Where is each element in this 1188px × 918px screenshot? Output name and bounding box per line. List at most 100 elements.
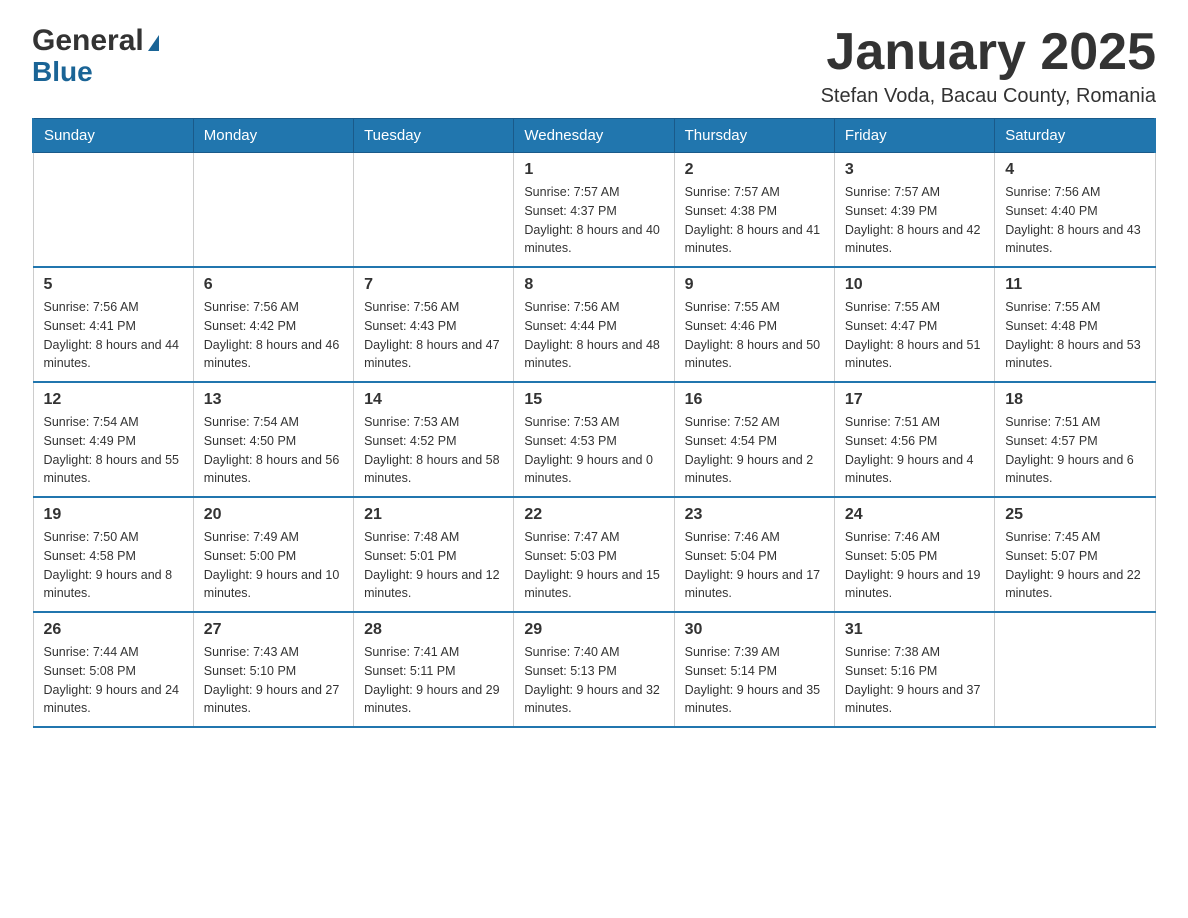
day-number: 25 [1005, 506, 1144, 524]
month-title: January 2025 [821, 24, 1156, 81]
day-info: Sunrise: 7:51 AM Sunset: 4:57 PM Dayligh… [1005, 413, 1144, 488]
day-info: Sunrise: 7:48 AM Sunset: 5:01 PM Dayligh… [364, 528, 503, 603]
day-info: Sunrise: 7:56 AM Sunset: 4:43 PM Dayligh… [364, 298, 503, 373]
day-number: 12 [44, 391, 183, 409]
day-info: Sunrise: 7:51 AM Sunset: 4:56 PM Dayligh… [845, 413, 984, 488]
day-info: Sunrise: 7:47 AM Sunset: 5:03 PM Dayligh… [524, 528, 663, 603]
day-number: 10 [845, 276, 984, 294]
table-row: 23 Sunrise: 7:46 AM Sunset: 5:04 PM Dayli… [674, 497, 834, 612]
table-row: 30 Sunrise: 7:39 AM Sunset: 5:14 PM Dayli… [674, 612, 834, 727]
day-number: 30 [685, 621, 824, 639]
header-wednesday: Wednesday [514, 119, 674, 153]
table-row: 2 Sunrise: 7:57 AM Sunset: 4:38 PM Daylig… [674, 153, 834, 268]
table-row: 28 Sunrise: 7:41 AM Sunset: 5:11 PM Dayli… [354, 612, 514, 727]
day-number: 11 [1005, 276, 1144, 294]
day-number: 22 [524, 506, 663, 524]
table-row: 15Sunrise: 7:53 AM Sunset: 4:53 PM Dayli… [514, 382, 674, 497]
table-row: 9Sunrise: 7:55 AM Sunset: 4:46 PM Daylig… [674, 267, 834, 382]
table-row [193, 153, 353, 268]
day-info: Sunrise: 7:56 AM Sunset: 4:41 PM Dayligh… [44, 298, 183, 373]
logo-general-word: General [32, 24, 144, 58]
table-row [33, 153, 193, 268]
day-info: Sunrise: 7:55 AM Sunset: 4:47 PM Dayligh… [845, 298, 984, 373]
day-info: Sunrise: 7:45 AM Sunset: 5:07 PM Dayligh… [1005, 528, 1144, 603]
day-info: Sunrise: 7:53 AM Sunset: 4:52 PM Dayligh… [364, 413, 503, 488]
header-monday: Monday [193, 119, 353, 153]
table-row: 6 Sunrise: 7:56 AM Sunset: 4:42 PM Daylig… [193, 267, 353, 382]
day-number: 28 [364, 621, 503, 639]
day-info: Sunrise: 7:56 AM Sunset: 4:44 PM Dayligh… [524, 298, 663, 373]
day-info: Sunrise: 7:57 AM Sunset: 4:37 PM Dayligh… [524, 183, 663, 258]
calendar-week-row: 12Sunrise: 7:54 AM Sunset: 4:49 PM Dayli… [33, 382, 1155, 497]
day-info: Sunrise: 7:56 AM Sunset: 4:40 PM Dayligh… [1005, 183, 1144, 258]
table-row: 27Sunrise: 7:43 AM Sunset: 5:10 PM Dayli… [193, 612, 353, 727]
day-info: Sunrise: 7:49 AM Sunset: 5:00 PM Dayligh… [204, 528, 343, 603]
table-row: 14Sunrise: 7:53 AM Sunset: 4:52 PM Dayli… [354, 382, 514, 497]
table-row: 20Sunrise: 7:49 AM Sunset: 5:00 PM Dayli… [193, 497, 353, 612]
calendar: Sunday Monday Tuesday Wednesday Thursday… [32, 118, 1156, 728]
day-number: 6 [204, 276, 343, 294]
day-info: Sunrise: 7:57 AM Sunset: 4:38 PM Dayligh… [685, 183, 824, 258]
day-number: 2 [685, 161, 824, 179]
day-number: 16 [685, 391, 824, 409]
table-row [354, 153, 514, 268]
table-row: 7 Sunrise: 7:56 AM Sunset: 4:43 PM Daylig… [354, 267, 514, 382]
table-row: 26Sunrise: 7:44 AM Sunset: 5:08 PM Dayli… [33, 612, 193, 727]
header-sunday: Sunday [33, 119, 193, 153]
table-row: 11Sunrise: 7:55 AM Sunset: 4:48 PM Dayli… [995, 267, 1155, 382]
table-row: 19Sunrise: 7:50 AM Sunset: 4:58 PM Dayli… [33, 497, 193, 612]
logo-blue-word: Blue [32, 56, 93, 87]
day-number: 24 [845, 506, 984, 524]
table-row: 16Sunrise: 7:52 AM Sunset: 4:54 PM Dayli… [674, 382, 834, 497]
day-number: 31 [845, 621, 984, 639]
day-info: Sunrise: 7:39 AM Sunset: 5:14 PM Dayligh… [685, 643, 824, 718]
table-row: 3 Sunrise: 7:57 AM Sunset: 4:39 PM Daylig… [834, 153, 994, 268]
table-row: 29 Sunrise: 7:40 AM Sunset: 5:13 PM Dayli… [514, 612, 674, 727]
day-info: Sunrise: 7:46 AM Sunset: 5:04 PM Dayligh… [685, 528, 824, 603]
day-number: 27 [204, 621, 343, 639]
day-info: Sunrise: 7:55 AM Sunset: 4:46 PM Dayligh… [685, 298, 824, 373]
table-row: 21 Sunrise: 7:48 AM Sunset: 5:01 PM Dayli… [354, 497, 514, 612]
day-number: 17 [845, 391, 984, 409]
calendar-week-row: 26Sunrise: 7:44 AM Sunset: 5:08 PM Dayli… [33, 612, 1155, 727]
table-row: 8 Sunrise: 7:56 AM Sunset: 4:44 PM Daylig… [514, 267, 674, 382]
day-number: 5 [44, 276, 183, 294]
day-info: Sunrise: 7:53 AM Sunset: 4:53 PM Dayligh… [524, 413, 663, 488]
logo: General Blue [32, 24, 159, 88]
day-number: 21 [364, 506, 503, 524]
day-number: 26 [44, 621, 183, 639]
table-row: 17 Sunrise: 7:51 AM Sunset: 4:56 PM Dayli… [834, 382, 994, 497]
day-number: 8 [524, 276, 663, 294]
title-area: January 2025 Stefan Voda, Bacau County, … [821, 24, 1156, 108]
day-info: Sunrise: 7:41 AM Sunset: 5:11 PM Dayligh… [364, 643, 503, 718]
header-friday: Friday [834, 119, 994, 153]
day-number: 1 [524, 161, 663, 179]
table-row: 4 Sunrise: 7:56 AM Sunset: 4:40 PM Daylig… [995, 153, 1155, 268]
day-info: Sunrise: 7:56 AM Sunset: 4:42 PM Dayligh… [204, 298, 343, 373]
table-row: 13Sunrise: 7:54 AM Sunset: 4:50 PM Dayli… [193, 382, 353, 497]
calendar-week-row: 19Sunrise: 7:50 AM Sunset: 4:58 PM Dayli… [33, 497, 1155, 612]
table-row: 1 Sunrise: 7:57 AM Sunset: 4:37 PM Daylig… [514, 153, 674, 268]
day-number: 7 [364, 276, 503, 294]
calendar-week-row: 5 Sunrise: 7:56 AM Sunset: 4:41 PM Daylig… [33, 267, 1155, 382]
table-row: 5 Sunrise: 7:56 AM Sunset: 4:41 PM Daylig… [33, 267, 193, 382]
table-row: 24Sunrise: 7:46 AM Sunset: 5:05 PM Dayli… [834, 497, 994, 612]
table-row: 25 Sunrise: 7:45 AM Sunset: 5:07 PM Dayli… [995, 497, 1155, 612]
day-info: Sunrise: 7:57 AM Sunset: 4:39 PM Dayligh… [845, 183, 984, 258]
day-info: Sunrise: 7:38 AM Sunset: 5:16 PM Dayligh… [845, 643, 984, 718]
calendar-header-row: Sunday Monday Tuesday Wednesday Thursday… [33, 119, 1155, 153]
header-saturday: Saturday [995, 119, 1155, 153]
header-thursday: Thursday [674, 119, 834, 153]
table-row: 12Sunrise: 7:54 AM Sunset: 4:49 PM Dayli… [33, 382, 193, 497]
day-number: 4 [1005, 161, 1144, 179]
table-row [995, 612, 1155, 727]
header: General Blue January 2025 Stefan Voda, B… [32, 24, 1156, 108]
logo-container: General [32, 24, 159, 58]
day-info: Sunrise: 7:54 AM Sunset: 4:50 PM Dayligh… [204, 413, 343, 488]
day-number: 29 [524, 621, 663, 639]
day-number: 23 [685, 506, 824, 524]
day-number: 3 [845, 161, 984, 179]
day-number: 18 [1005, 391, 1144, 409]
day-info: Sunrise: 7:40 AM Sunset: 5:13 PM Dayligh… [524, 643, 663, 718]
location-title: Stefan Voda, Bacau County, Romania [821, 85, 1156, 108]
